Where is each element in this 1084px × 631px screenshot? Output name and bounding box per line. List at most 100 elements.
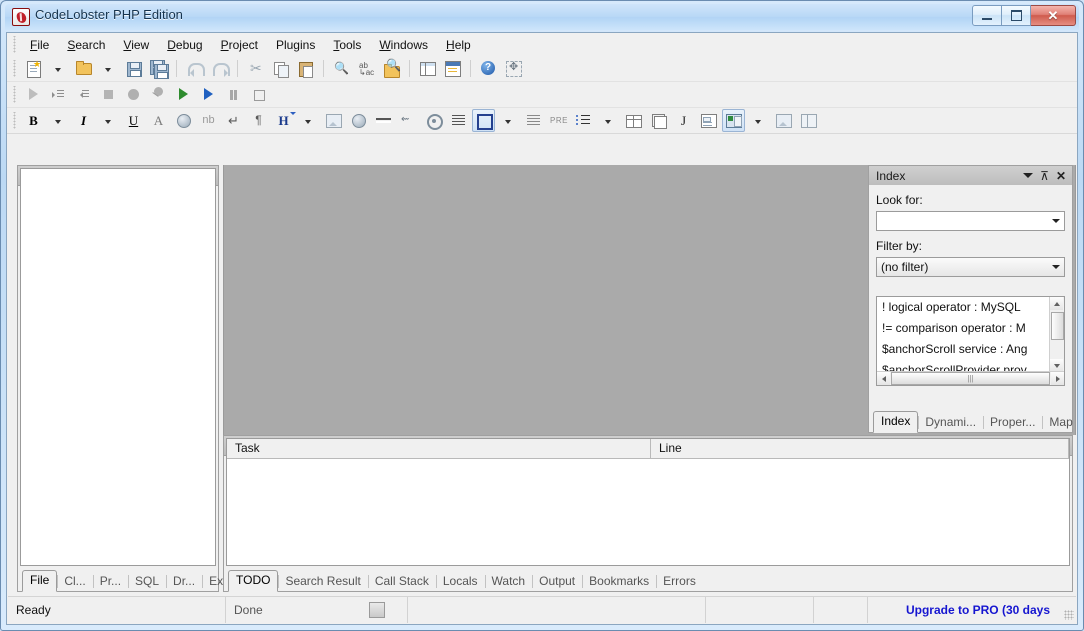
run-to-cursor-button[interactable] xyxy=(197,83,220,106)
run-button[interactable] xyxy=(22,83,45,106)
index-list-vertical-scrollbar[interactable] xyxy=(1049,297,1064,372)
frames-button[interactable] xyxy=(797,109,820,132)
table-button[interactable] xyxy=(622,109,645,132)
preformatted-button[interactable]: PRE xyxy=(547,109,570,132)
align-right-button[interactable] xyxy=(522,109,545,132)
upgrade-to-pro-link[interactable]: Upgrade to PRO (30 days xyxy=(906,603,1050,617)
div-dropdown[interactable] xyxy=(497,109,520,132)
tab-class[interactable]: Cl... xyxy=(57,572,92,591)
scroll-left-icon[interactable] xyxy=(877,372,890,385)
step-into-button[interactable] xyxy=(47,83,70,106)
todo-table[interactable]: Task Line xyxy=(226,438,1070,566)
breakpoint-conditional-button[interactable] xyxy=(147,83,170,106)
menu-item-file[interactable]: File xyxy=(21,35,58,55)
chevron-down-icon[interactable] xyxy=(1047,212,1064,230)
copy-button[interactable] xyxy=(269,57,292,80)
save-button[interactable] xyxy=(122,57,145,80)
tab-dynamic-help[interactable]: Dynami... xyxy=(918,413,983,432)
tab-sql[interactable]: SQL xyxy=(128,572,166,591)
step-out-button[interactable] xyxy=(72,83,95,106)
menu-item-project[interactable]: Project xyxy=(212,35,267,55)
menu-item-view[interactable]: View xyxy=(114,35,158,55)
target-button[interactable] xyxy=(422,109,445,132)
menu-item-tools[interactable]: Tools xyxy=(324,35,370,55)
menu-item-plugins[interactable]: Plugins xyxy=(267,35,324,55)
tab-file[interactable]: File xyxy=(22,570,58,592)
find-button[interactable]: 🔍 xyxy=(330,57,353,80)
tab-properties[interactable]: Proper... xyxy=(983,413,1042,432)
maximize-button[interactable] xyxy=(1002,5,1031,26)
list-item[interactable]: != comparison operator : M xyxy=(877,318,1050,339)
tab-watch[interactable]: Watch xyxy=(484,572,533,591)
form-button[interactable] xyxy=(697,109,720,132)
status-upgrade[interactable]: Upgrade to PRO (30 days xyxy=(868,597,1058,623)
pause-button[interactable] xyxy=(222,83,245,106)
menu-item-search[interactable]: Search xyxy=(58,35,114,55)
close-icon[interactable]: ✕ xyxy=(1056,169,1066,183)
new-file-dropdown[interactable] xyxy=(47,57,70,80)
tab-output[interactable]: Output xyxy=(532,572,582,591)
bold-dropdown[interactable] xyxy=(47,109,70,132)
horizontal-scroll-thumb[interactable]: ||| xyxy=(891,372,1050,385)
properties-button[interactable] xyxy=(441,57,464,80)
italic-dropdown[interactable] xyxy=(97,109,120,132)
open-file-dropdown[interactable] xyxy=(97,57,120,80)
javascript-button[interactable]: J xyxy=(672,109,695,132)
media-dropdown[interactable] xyxy=(747,109,770,132)
tab-call-stack[interactable]: Call Stack xyxy=(367,572,436,591)
special-char-button[interactable] xyxy=(172,109,195,132)
save-all-button[interactable] xyxy=(147,57,170,80)
tab-search-result[interactable]: Search Result xyxy=(278,572,367,591)
insert-link-button[interactable] xyxy=(347,109,370,132)
menu-item-help[interactable]: Help xyxy=(437,35,480,55)
panel-menu-caret-icon[interactable] xyxy=(1023,173,1034,178)
open-file-button[interactable] xyxy=(72,57,95,80)
list-dropdown[interactable] xyxy=(597,109,620,132)
redo-button[interactable] xyxy=(208,57,231,80)
vertical-scroll-thumb[interactable] xyxy=(1051,312,1064,340)
tab-drupal[interactable]: Dr... xyxy=(166,572,202,591)
close-button[interactable]: ✕ xyxy=(1031,5,1076,26)
font-color-button[interactable]: A xyxy=(147,109,170,132)
list-button[interactable] xyxy=(572,109,595,132)
align-left-button[interactable] xyxy=(447,109,470,132)
cut-button[interactable]: ✂ xyxy=(244,57,267,80)
minimize-button[interactable] xyxy=(972,5,1002,26)
replace-button[interactable]: ab ↳ac xyxy=(355,57,378,80)
layers-button[interactable] xyxy=(647,109,670,132)
insert-image-button[interactable] xyxy=(322,109,345,132)
breakpoint-button[interactable] xyxy=(122,83,145,106)
chevron-down-icon[interactable] xyxy=(1047,258,1064,276)
paragraph-button[interactable]: ¶ xyxy=(247,109,270,132)
help-button[interactable]: ? xyxy=(477,57,500,80)
index-list[interactable]: ! logical operator : MySQL != comparison… xyxy=(876,296,1065,386)
anchor-button[interactable]: ⇜ xyxy=(397,109,420,132)
italic-button[interactable]: I xyxy=(72,109,95,132)
toolbar-grip-icon[interactable] xyxy=(11,112,19,129)
fullscreen-button[interactable] xyxy=(502,57,525,80)
list-item[interactable]: $anchorScroll service : Ang xyxy=(877,339,1050,360)
menu-grip-icon[interactable] xyxy=(11,36,19,53)
start-debug-button[interactable] xyxy=(172,83,195,106)
line-break-button[interactable]: ↵ xyxy=(222,109,245,132)
pin-icon[interactable]: ⊼ xyxy=(1040,169,1049,183)
horizontal-rule-button[interactable] xyxy=(372,109,395,132)
nbsp-button[interactable]: nb xyxy=(197,109,220,132)
undo-button[interactable] xyxy=(183,57,206,80)
scroll-up-icon[interactable] xyxy=(1050,297,1063,310)
list-item[interactable]: ! logical operator : MySQL xyxy=(877,297,1050,318)
tab-map[interactable]: Map xyxy=(1042,413,1079,432)
thumbnail-button[interactable] xyxy=(772,109,795,132)
stop-button[interactable] xyxy=(97,83,120,106)
underline-button[interactable]: U xyxy=(122,109,145,132)
menu-item-windows[interactable]: Windows xyxy=(370,35,437,55)
tab-project[interactable]: Pr... xyxy=(92,572,128,591)
heading-dropdown[interactable] xyxy=(297,109,320,132)
tab-index[interactable]: Index xyxy=(873,411,919,433)
tab-todo[interactable]: TODO xyxy=(228,570,279,592)
tab-bookmarks[interactable]: Bookmarks xyxy=(582,572,656,591)
column-header-task[interactable]: Task xyxy=(227,439,651,458)
preview-button[interactable] xyxy=(416,57,439,80)
file-tree[interactable] xyxy=(20,168,216,566)
toolbar-grip-icon[interactable] xyxy=(11,86,19,103)
